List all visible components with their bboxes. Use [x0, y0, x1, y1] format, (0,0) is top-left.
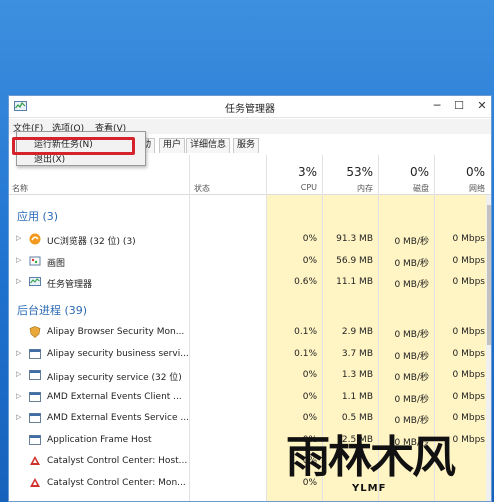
header-mem-label[interactable]: 内存: [331, 183, 373, 194]
watermark-logo: 雨林木风 YLMF: [280, 433, 490, 499]
process-name: 画图: [47, 258, 66, 269]
process-network: 0 Mbps: [452, 277, 485, 287]
tab-services[interactable]: 服务: [233, 138, 260, 153]
process-name: Catalyst Control Center: Host...: [47, 456, 188, 466]
tab-details[interactable]: 详细信息: [186, 138, 231, 153]
process-row[interactable]: ▷ 画图 0% 56.9 MB 0 MB/秒 0 Mbps: [9, 251, 491, 272]
watermark-subtext: YLMF: [352, 483, 387, 494]
header-net-label[interactable]: 网络: [445, 183, 485, 194]
process-network: 0 Mbps: [452, 348, 485, 359]
process-network: 0 Mbps: [452, 327, 485, 337]
process-cpu: 0.1%: [294, 327, 317, 337]
expand-chevron-icon[interactable]: ▷: [16, 234, 21, 242]
process-cpu: 0%: [302, 370, 317, 380]
process-cpu: 0%: [302, 255, 317, 266]
process-cpu: 0.6%: [294, 277, 317, 287]
process-memory: 2.9 MB: [341, 327, 373, 337]
header-status[interactable]: 状态: [194, 183, 210, 194]
process-name: Alipay security service (32 位): [47, 373, 182, 383]
process-network: 0 Mbps: [452, 234, 485, 244]
process-disk: 0 MB/秒: [394, 280, 429, 290]
expand-chevron-icon[interactable]: ▷: [16, 349, 21, 357]
process-disk: 0 MB/秒: [394, 330, 429, 340]
process-name: UC浏览器 (32 位) (3): [47, 237, 136, 247]
process-disk: 0 MB/秒: [394, 394, 429, 405]
process-cpu: 0%: [302, 234, 317, 244]
process-disk: 0 MB/秒: [394, 258, 429, 269]
uc-browser-icon: [29, 233, 41, 245]
header-disk-label[interactable]: 磁盘: [389, 183, 429, 194]
title-bar[interactable]: 任务管理器 ─ ☐ ✕: [9, 96, 491, 118]
task-manager-icon: [29, 276, 41, 288]
process-cpu: 0%: [302, 413, 317, 423]
maximize-button[interactable]: ☐: [449, 98, 469, 114]
process-name: Catalyst Control Center: Mon...: [47, 477, 186, 488]
process-row[interactable]: ▷ Alipay security service (32 位) 0% 1.3 MB 0…: [9, 365, 491, 386]
process-memory: 0.5 MB: [341, 413, 373, 423]
process-name: Alipay security business servi...: [47, 348, 189, 359]
process-disk: 0 MB/秒: [394, 373, 429, 383]
header-mem-percent[interactable]: 53%: [331, 165, 373, 179]
header-net-percent[interactable]: 0%: [445, 165, 485, 179]
process-cpu: 0%: [302, 391, 317, 402]
header-cpu-percent[interactable]: 3%: [277, 165, 317, 179]
process-memory: 1.1 MB: [341, 391, 373, 402]
process-row[interactable]: ▷ AMD External Events Service ... 0% 0.5 MB…: [9, 408, 491, 429]
process-memory: 3.7 MB: [341, 348, 373, 359]
expand-chevron-icon[interactable]: ▷: [16, 392, 21, 400]
minimize-button[interactable]: ─: [427, 98, 447, 114]
header-cpu-label[interactable]: CPU: [277, 183, 317, 192]
alipay-shield-icon: [29, 326, 41, 338]
process-disk: 0 MB/秒: [394, 416, 429, 426]
expand-chevron-icon[interactable]: ▷: [16, 413, 21, 421]
paint-icon: [29, 255, 41, 267]
process-name: Application Frame Host: [47, 434, 152, 445]
process-memory: 11.1 MB: [336, 277, 373, 287]
window-title: 任务管理器: [225, 104, 275, 115]
process-disk: 0 MB/秒: [394, 237, 429, 247]
process-name: AMD External Events Service ...: [47, 413, 189, 423]
process-memory: 91.3 MB: [336, 234, 373, 244]
process-network: 0 Mbps: [452, 370, 485, 380]
group-background[interactable]: 后台进程 (39): [17, 302, 87, 318]
service-window-icon: [29, 391, 41, 403]
process-memory: 1.3 MB: [341, 370, 373, 380]
tab-users[interactable]: 用户: [159, 138, 186, 153]
process-cpu: 0.1%: [294, 348, 317, 359]
header-disk-percent[interactable]: 0%: [389, 165, 429, 179]
service-window-icon: [29, 369, 41, 381]
service-window-icon: [29, 348, 41, 360]
process-name: AMD External Events Client ...: [47, 391, 182, 402]
service-window-icon: [29, 412, 41, 424]
close-button[interactable]: ✕: [471, 98, 491, 114]
header-name[interactable]: 名称: [12, 183, 28, 194]
process-name: 任务管理器: [47, 280, 93, 290]
process-network: 0 Mbps: [452, 391, 485, 402]
process-row[interactable]: ▷ 任务管理器 0.6% 11.1 MB 0 MB/秒 0 Mbps: [9, 272, 491, 293]
service-window-icon: [29, 434, 41, 446]
process-name: Alipay Browser Security Mon...: [47, 327, 185, 337]
group-apps[interactable]: 应用 (3): [17, 208, 58, 224]
process-network: 0 Mbps: [452, 413, 485, 423]
annotation-highlight-box: [12, 137, 135, 155]
process-row[interactable]: ▷ UC浏览器 (32 位) (3) 0% 91.3 MB 0 MB/秒 0 Mbps: [9, 229, 491, 250]
process-disk: 0 MB/秒: [394, 351, 429, 362]
scrollbar-thumb[interactable]: [487, 205, 491, 345]
expand-chevron-icon[interactable]: ▷: [16, 370, 21, 378]
process-memory: 56.9 MB: [336, 255, 373, 266]
process-network: 0 Mbps: [452, 255, 485, 266]
process-row[interactable]: ▷ Alipay security business servi... 0.1% 3.…: [9, 344, 491, 365]
expand-chevron-icon[interactable]: ▷: [16, 277, 21, 285]
catalyst-icon: [29, 477, 41, 489]
watermark-text: 雨林木风: [286, 432, 456, 483]
process-row[interactable]: Alipay Browser Security Mon... 0.1% 2.9 MB…: [9, 322, 491, 343]
expand-chevron-icon[interactable]: ▷: [16, 256, 21, 264]
catalyst-icon: [29, 455, 41, 467]
process-row[interactable]: ▷ AMD External Events Client ... 0% 1.1 MB 0…: [9, 387, 491, 408]
